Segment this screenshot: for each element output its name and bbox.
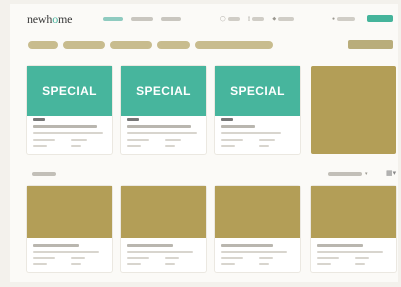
logo-text-end: me [58,12,73,26]
notifications-icon: ◆ [272,16,277,22]
chevron-down-icon: ▾ [365,171,368,177]
listing-detail [127,257,149,259]
listing-detail [33,139,55,141]
special-label: SPECIAL [230,84,285,98]
listing-detail [71,257,85,259]
listing-subtitle [221,132,281,134]
search-icon: ◯ [220,16,226,22]
listing-detail [165,145,175,147]
listing-detail [221,257,243,259]
listing-title [221,125,255,128]
header-tools: ◯ ▯ ◆ [220,16,295,22]
user-name [337,17,356,21]
listing-title [127,244,173,247]
listing-image: SPECIAL [121,66,206,116]
logo-text-start: newh [27,12,53,26]
nav-item[interactable] [161,17,181,21]
listing-detail [127,263,141,265]
listing-detail [165,257,179,259]
listing-tag [221,118,233,121]
section-title [32,172,56,176]
listing-title [127,125,191,128]
filter-pill[interactable] [28,41,58,49]
listing-subtitle [317,251,383,253]
listing-detail [259,145,269,147]
listing-subtitle [127,132,197,134]
filter-pill[interactable] [110,41,152,49]
listing-tag [33,118,45,121]
listing-detail [33,145,47,147]
listing-image: SPECIAL [215,66,300,116]
listing-title [317,244,363,247]
filter-bar [28,41,273,49]
listing-detail [71,145,81,147]
listing-detail [127,145,141,147]
listing-detail [33,257,55,259]
listing-detail [259,263,269,265]
listing-card[interactable] [215,186,300,272]
listing-subtitle [127,251,193,253]
listing-detail [71,263,81,265]
listing-detail [355,263,365,265]
favorites-tool[interactable]: ▯ [248,16,265,22]
listing-card[interactable]: SPECIAL [215,66,300,154]
listing-card-image-only[interactable] [311,66,396,154]
favorites-tool-label [252,17,265,21]
listing-image [121,186,206,238]
listing-title [221,244,273,247]
notifications-tool[interactable]: ◆ [272,16,295,22]
filter-pill[interactable] [195,41,273,49]
listing-detail [33,263,47,265]
listing-detail [221,263,235,265]
favorites-icon: ▯ [247,16,251,22]
sort-label [328,172,362,176]
listing-image: SPECIAL [27,66,112,116]
special-label: SPECIAL [42,84,97,98]
listing-image [27,186,112,238]
nav-item[interactable] [131,17,153,21]
listing-detail [221,139,243,141]
listing-detail [259,139,275,141]
logo[interactable]: newhome [27,12,72,27]
listing-detail [317,263,331,265]
listing-image [311,186,396,238]
listing-detail [127,139,149,141]
notifications-tool-label [278,17,295,21]
user-menu[interactable]: ● [332,16,356,22]
listing-card[interactable] [121,186,206,272]
search-tool-label [227,17,240,21]
listing-title [33,244,79,247]
listing-subtitle [33,132,103,134]
app-page: newhome ◯ ▯ ◆ ● SPECIAL SPECIAL SPECIAL … [10,4,398,282]
listing-subtitle [221,251,287,253]
listing-card[interactable]: SPECIAL [121,66,206,154]
filter-pill[interactable] [157,41,190,49]
listing-detail [221,145,235,147]
listing-card[interactable] [27,186,112,272]
save-search-button[interactable] [348,40,393,49]
listing-subtitle [33,251,99,253]
listing-detail [165,263,175,265]
listing-card[interactable]: SPECIAL [27,66,112,154]
header-cta-button[interactable] [367,15,393,22]
special-label: SPECIAL [136,84,191,98]
filter-pill[interactable] [63,41,105,49]
top-header: newhome ◯ ▯ ◆ ● [10,4,398,32]
listing-detail [71,139,87,141]
listing-tag [127,118,139,121]
listing-detail [259,257,273,259]
listing-card[interactable] [311,186,396,272]
listing-detail [317,257,339,259]
listing-image [215,186,300,238]
search-tool[interactable]: ◯ [220,16,240,22]
view-toggle-icon[interactable]: ▦▾ [386,169,396,177]
main-nav [103,17,181,21]
listing-title [33,125,97,128]
nav-item-active[interactable] [103,17,123,21]
listing-detail [165,139,181,141]
listing-detail [355,257,369,259]
sort-dropdown[interactable]: ▾ [328,171,368,177]
user-icon: ● [332,16,336,22]
